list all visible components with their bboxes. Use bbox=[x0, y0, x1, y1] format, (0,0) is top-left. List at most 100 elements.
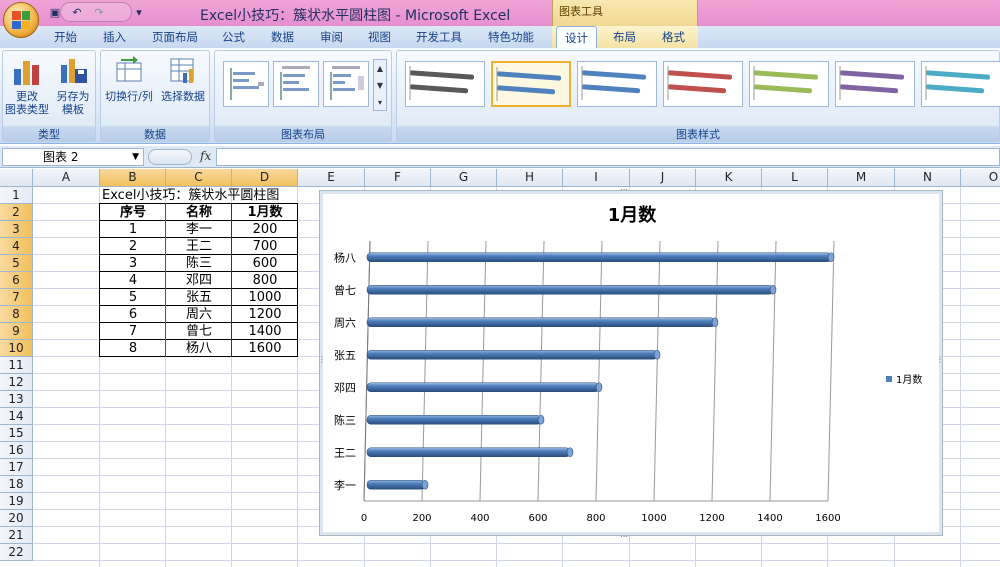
table-header-cell[interactable]: 序号 bbox=[100, 204, 166, 221]
insert-function-icon[interactable]: fx bbox=[200, 149, 211, 163]
table-row-cell[interactable]: 8 bbox=[100, 340, 166, 357]
chart-style-option-2[interactable] bbox=[491, 61, 571, 107]
row-header-11[interactable]: 11 bbox=[0, 357, 33, 374]
table-row-cell[interactable]: 4 bbox=[100, 272, 166, 289]
column-header-c[interactable]: C bbox=[166, 169, 232, 187]
row-header-13[interactable]: 13 bbox=[0, 391, 33, 408]
table-row-cell[interactable]: 7 bbox=[100, 323, 166, 340]
switch-row-column-button[interactable]: 切换行/列 bbox=[103, 55, 155, 103]
table-header-cell[interactable]: 名称 bbox=[166, 204, 232, 221]
tab-10[interactable]: 布局 bbox=[613, 29, 636, 45]
resize-handle-right[interactable]: ⋮ bbox=[936, 355, 944, 364]
table-row-cell[interactable]: 李一 bbox=[166, 221, 232, 238]
table-header-cell[interactable]: 1月数 bbox=[232, 204, 298, 221]
chart-layout-option-3[interactable] bbox=[323, 61, 369, 107]
column-header-d[interactable]: D bbox=[232, 169, 298, 187]
chart-layout-option-1[interactable] bbox=[223, 61, 269, 107]
row-header-15[interactable]: 15 bbox=[0, 425, 33, 442]
row-header-14[interactable]: 14 bbox=[0, 408, 33, 425]
table-title-cell[interactable]: Excel小技巧：簇状水平圆柱图 bbox=[100, 187, 300, 204]
row-header-19[interactable]: 19 bbox=[0, 493, 33, 510]
row-header-10[interactable]: 10 bbox=[0, 340, 33, 357]
save-as-template-button[interactable]: 另存为 模板 bbox=[51, 55, 95, 116]
chart-object[interactable]: 1月数 0 200 400 600 800 1000 1200 1400 1600 李一 王二 陈三 邓四… bbox=[318, 185, 944, 541]
row-header-12[interactable]: 12 bbox=[0, 374, 33, 391]
column-header-l[interactable]: L bbox=[762, 169, 828, 187]
formula-input[interactable] bbox=[216, 148, 1000, 166]
tab-3[interactable]: 公式 bbox=[222, 29, 245, 45]
row-header-6[interactable]: 6 bbox=[0, 272, 33, 289]
tab-8[interactable]: 特色功能 bbox=[488, 29, 534, 45]
table-row-cell[interactable]: 3 bbox=[100, 255, 166, 272]
column-header-e[interactable]: E bbox=[298, 169, 365, 187]
column-header-f[interactable]: F bbox=[365, 169, 431, 187]
table-row-cell[interactable]: 5 bbox=[100, 289, 166, 306]
tab-0[interactable]: 开始 bbox=[54, 29, 77, 45]
tab-7[interactable]: 开发工具 bbox=[416, 29, 462, 45]
table-row-cell[interactable]: 张五 bbox=[166, 289, 232, 306]
resize-handle-top[interactable]: ⋯ bbox=[620, 185, 628, 194]
table-row-cell[interactable]: 周六 bbox=[166, 306, 232, 323]
row-header-17[interactable]: 17 bbox=[0, 459, 33, 476]
column-header-h[interactable]: H bbox=[497, 169, 563, 187]
table-row-cell[interactable]: 杨八 bbox=[166, 340, 232, 357]
table-row-cell[interactable]: 邓四 bbox=[166, 272, 232, 289]
chevron-down-icon[interactable]: ▼ bbox=[132, 149, 139, 165]
select-all-corner[interactable] bbox=[0, 169, 33, 187]
table-row-cell[interactable]: 王二 bbox=[166, 238, 232, 255]
row-header-22[interactable]: 22 bbox=[0, 544, 33, 561]
row-header-20[interactable]: 20 bbox=[0, 510, 33, 527]
select-data-button[interactable]: 选择数据 bbox=[157, 55, 209, 103]
table-row-cell[interactable]: 800 bbox=[232, 272, 298, 289]
row-header-5[interactable]: 5 bbox=[0, 255, 33, 272]
resize-handle-bottom[interactable]: ⋯ bbox=[620, 532, 628, 541]
table-row-cell[interactable]: 6 bbox=[100, 306, 166, 323]
column-header-m[interactable]: M bbox=[828, 169, 895, 187]
column-header-k[interactable]: K bbox=[696, 169, 762, 187]
redo-icon[interactable]: ↷ bbox=[90, 4, 108, 20]
column-header-j[interactable]: J bbox=[630, 169, 696, 187]
table-row-cell[interactable]: 陈三 bbox=[166, 255, 232, 272]
column-header-b[interactable]: B bbox=[100, 169, 166, 187]
chart-style-option-7[interactable] bbox=[921, 61, 1000, 107]
chart-style-option-4[interactable] bbox=[663, 61, 743, 107]
table-row-cell[interactable]: 曾七 bbox=[166, 323, 232, 340]
office-button[interactable] bbox=[3, 2, 39, 38]
customize-toolbar-icon[interactable]: ▾ bbox=[130, 4, 148, 20]
undo-icon[interactable]: ↶ bbox=[68, 4, 86, 20]
table-row-cell[interactable]: 1000 bbox=[232, 289, 298, 306]
chart-style-option-1[interactable] bbox=[405, 61, 485, 107]
name-box[interactable]: 图表 2 ▼ bbox=[2, 148, 144, 166]
table-row-cell[interactable]: 1 bbox=[100, 221, 166, 238]
row-header-9[interactable]: 9 bbox=[0, 323, 33, 340]
column-header-n[interactable]: N bbox=[895, 169, 961, 187]
save-icon[interactable]: ▣ bbox=[46, 4, 64, 20]
tab-1[interactable]: 插入 bbox=[103, 29, 126, 45]
tab-6[interactable]: 视图 bbox=[368, 29, 391, 45]
chart-layout-option-2[interactable] bbox=[273, 61, 319, 107]
table-row-cell[interactable]: 1200 bbox=[232, 306, 298, 323]
change-chart-type-button[interactable]: 更改 图表类型 bbox=[5, 55, 49, 116]
row-header-18[interactable]: 18 bbox=[0, 476, 33, 493]
tab-11[interactable]: 格式 bbox=[662, 29, 685, 45]
column-header-o[interactable]: O bbox=[961, 169, 1000, 187]
column-header-g[interactable]: G bbox=[431, 169, 497, 187]
table-row-cell[interactable]: 200 bbox=[232, 221, 298, 238]
row-header-16[interactable]: 16 bbox=[0, 442, 33, 459]
tab-4[interactable]: 数据 bbox=[271, 29, 294, 45]
row-header-1[interactable]: 1 bbox=[0, 187, 33, 204]
row-header-2[interactable]: 2 bbox=[0, 204, 33, 221]
column-header-a[interactable]: A bbox=[33, 169, 100, 187]
table-row-cell[interactable]: 2 bbox=[100, 238, 166, 255]
tab-9[interactable]: 设计 bbox=[556, 26, 597, 48]
table-row-cell[interactable]: 600 bbox=[232, 255, 298, 272]
resize-handle-left[interactable]: ⋮ bbox=[318, 355, 326, 364]
table-row-cell[interactable]: 700 bbox=[232, 238, 298, 255]
tab-5[interactable]: 审阅 bbox=[320, 29, 343, 45]
row-header-3[interactable]: 3 bbox=[0, 221, 33, 238]
chart-layout-scroll[interactable]: ▲ ▼ ▾ bbox=[373, 59, 387, 111]
row-header-4[interactable]: 4 bbox=[0, 238, 33, 255]
row-header-8[interactable]: 8 bbox=[0, 306, 33, 323]
row-header-7[interactable]: 7 bbox=[0, 289, 33, 306]
chart-style-option-5[interactable] bbox=[749, 61, 829, 107]
